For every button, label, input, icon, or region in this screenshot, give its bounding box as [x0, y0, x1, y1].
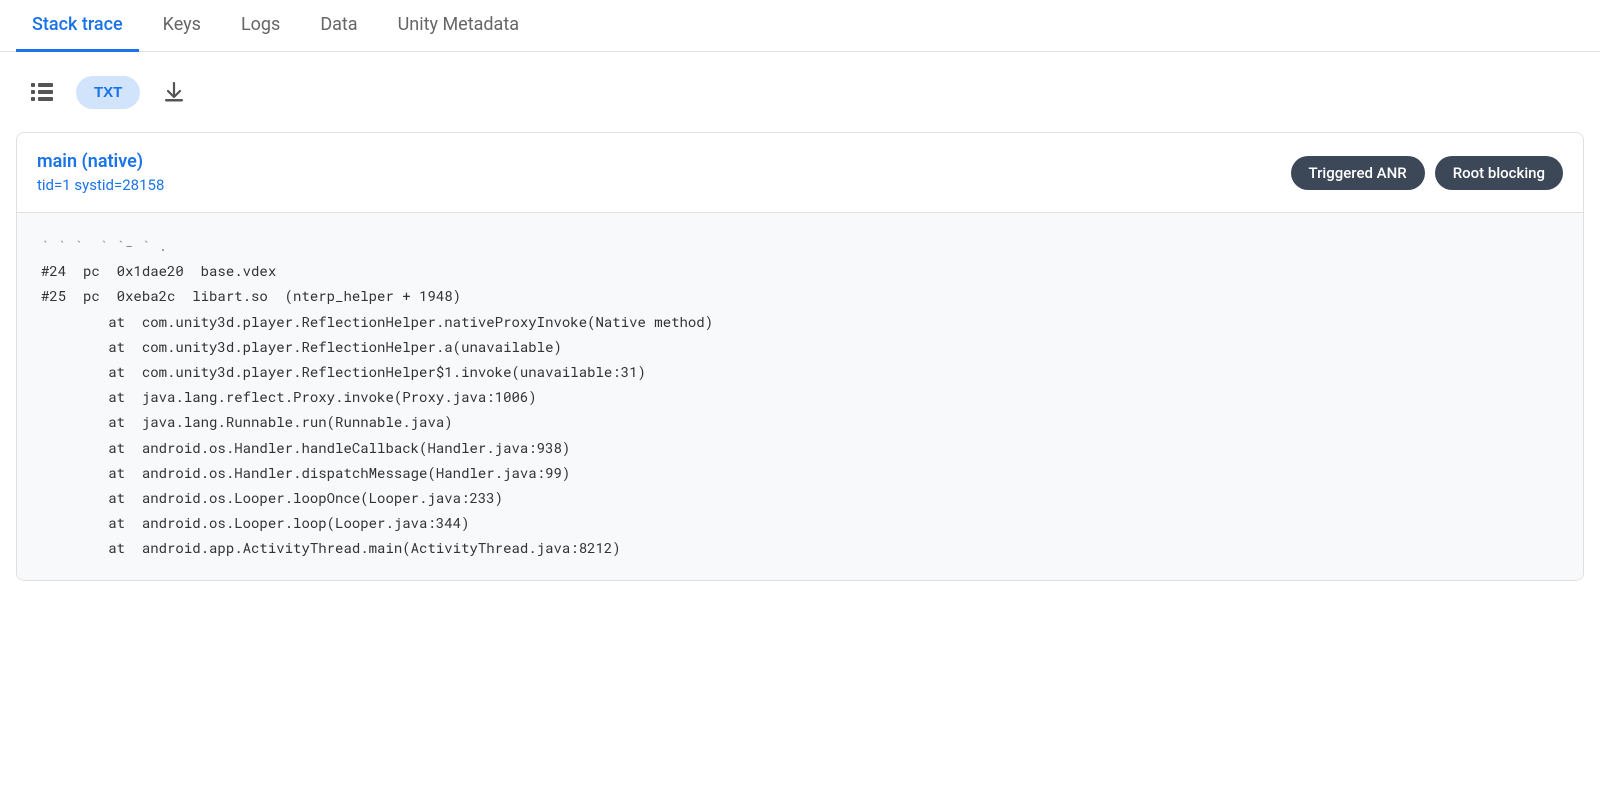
stack-line-24: #24 pc 0x1dae20 base.vdex	[41, 258, 1559, 283]
tab-keys[interactable]: Keys	[147, 0, 217, 52]
thread-container: main (native) tid=1 systid=28158 Trigger…	[16, 132, 1584, 581]
thread-meta: tid=1 systid=28158	[37, 176, 164, 194]
root-blocking-badge: Root blocking	[1435, 156, 1563, 190]
tab-unity-metadata[interactable]: Unity Metadata	[382, 0, 535, 52]
tab-logs[interactable]: Logs	[225, 0, 296, 52]
stack-line-at6: at android.os.Handler.handleCallback(Han…	[41, 435, 1559, 460]
stack-line-truncated: ` ` ` ` `- ` .	[41, 233, 1559, 258]
stack-line-at3: at com.unity3d.player.ReflectionHelper$1…	[41, 359, 1559, 384]
stack-content: ` ` ` ` `- ` . #24 pc 0x1dae20 base.vdex…	[17, 213, 1583, 580]
toolbar: TXT	[0, 52, 1600, 132]
stack-line-25: #25 pc 0xeba2c libart.so (nterp_helper +…	[41, 283, 1559, 308]
stack-line-at2: at com.unity3d.player.ReflectionHelper.a…	[41, 334, 1559, 359]
tab-bar: Stack trace Keys Logs Data Unity Metadat…	[0, 0, 1600, 52]
list-view-button[interactable]	[20, 70, 64, 114]
triggered-anr-badge: Triggered ANR	[1291, 156, 1425, 190]
thread-title: main (native)	[37, 151, 164, 172]
badge-group: Triggered ANR Root blocking	[1291, 156, 1563, 190]
tab-stack-trace[interactable]: Stack trace	[16, 0, 139, 52]
txt-format-button[interactable]: TXT	[76, 76, 140, 109]
thread-header: main (native) tid=1 systid=28158 Trigger…	[17, 133, 1583, 213]
stack-line-at1: at com.unity3d.player.ReflectionHelper.n…	[41, 309, 1559, 334]
stack-line-at8: at android.os.Looper.loopOnce(Looper.jav…	[41, 485, 1559, 510]
tab-data[interactable]: Data	[304, 0, 373, 52]
stack-line-at4: at java.lang.reflect.Proxy.invoke(Proxy.…	[41, 384, 1559, 409]
download-button[interactable]	[152, 70, 196, 114]
stack-line-at5: at java.lang.Runnable.run(Runnable.java)	[41, 409, 1559, 434]
thread-info: main (native) tid=1 systid=28158	[37, 151, 164, 194]
stack-line-at7: at android.os.Handler.dispatchMessage(Ha…	[41, 460, 1559, 485]
stack-line-at9: at android.os.Looper.loop(Looper.java:34…	[41, 510, 1559, 535]
stack-line-at10: at android.app.ActivityThread.main(Activ…	[41, 535, 1559, 560]
